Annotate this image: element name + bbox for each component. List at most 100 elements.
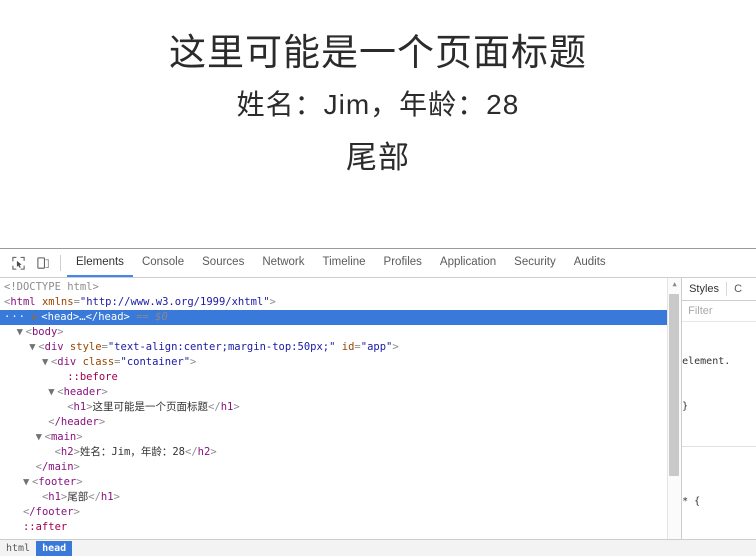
tab-application[interactable]: Application <box>431 249 505 277</box>
tab-styles[interactable]: Styles <box>682 279 726 300</box>
app-div-id-attr: id <box>341 341 355 353</box>
tab-computed[interactable]: C <box>727 279 749 300</box>
css-rules-list: element. } * { -webk -moz- box-s } head … <box>682 322 756 556</box>
devtools-toolbar: Elements Console Sources Network Timelin… <box>0 249 756 278</box>
collapse-triangle-icon-app[interactable]: ▼ <box>29 340 38 355</box>
device-toolbar-icon[interactable] <box>32 252 54 274</box>
css-rule-element-close: } <box>682 399 756 414</box>
footer-h1-text-node: 尾部 <box>67 491 89 503</box>
devtools-tabs: Elements Console Sources Network Timelin… <box>67 249 615 277</box>
head-close-tag: /head <box>91 311 124 323</box>
devtools-body: <!DOCTYPE html> <html xmlns="http://www.… <box>0 278 756 556</box>
h2-tag-name: h2 <box>60 446 74 458</box>
styles-filter-input[interactable]: Filter <box>682 301 756 322</box>
dom-row-footer[interactable]: ▼ <footer> <box>0 475 681 490</box>
footer-h1-tag-name: h1 <box>48 491 61 503</box>
app-div-id-value: "app" <box>360 341 393 353</box>
css-rule-divider-1 <box>682 446 756 447</box>
dom-row-h2[interactable]: <h2>姓名：Jim，年龄：28</h2> <box>0 445 681 460</box>
devtools-panel: Elements Console Sources Network Timelin… <box>0 248 756 556</box>
dom-row-footer-h1[interactable]: <h1>尾部</h1> <box>0 490 681 505</box>
head-tag-name: head <box>47 311 73 323</box>
collapse-triangle-icon-main[interactable]: ▼ <box>36 430 45 445</box>
h1-close-tag-name: h1 <box>220 401 234 413</box>
container-div-tag-name: div <box>57 356 77 368</box>
dom-row-body[interactable]: ▼ <body> <box>0 325 681 340</box>
selected-node-marker: == $0 <box>136 311 168 323</box>
page-footer-text: 尾部 <box>346 140 410 176</box>
dom-row-footer-close[interactable]: </footer> <box>0 505 681 520</box>
html-attr-name: xmlns <box>41 296 74 308</box>
tab-security[interactable]: Security <box>505 249 565 277</box>
toolbar-divider <box>60 255 61 271</box>
tab-network[interactable]: Network <box>253 249 313 277</box>
dom-row-head-selected[interactable]: ··· ▶ <head>…</head> == $0 <box>0 310 682 325</box>
element-style-selector: element. <box>682 356 731 367</box>
devtools-tool-icons <box>0 249 67 277</box>
element-style-close-brace: } <box>682 401 689 412</box>
dom-row-h1[interactable]: <h1>这里可能是一个页面标题</h1> <box>0 400 681 415</box>
collapse-triangle-icon-header[interactable]: ▼ <box>48 385 57 400</box>
scroll-up-arrow-icon[interactable]: ▲ <box>668 278 681 291</box>
tab-profiles[interactable]: Profiles <box>375 249 431 277</box>
footer-close-tag-name: /footer <box>29 506 74 518</box>
dom-row-before-pseudo[interactable]: ::before <box>0 370 681 385</box>
page-header-title: 这里可能是一个页面标题 <box>169 32 587 73</box>
collapse-triangle-icon-container[interactable]: ▼ <box>42 355 51 370</box>
expand-triangle-icon[interactable]: ▶ <box>32 310 41 325</box>
app-div-style-attr: style <box>69 341 102 353</box>
app-div-tag-name: div <box>44 341 64 353</box>
dom-row-options-dots[interactable]: ··· <box>4 311 26 323</box>
dom-row-html[interactable]: <html xmlns="http://www.w3.org/1999/xhtm… <box>0 295 681 310</box>
styles-sidebar-tabs: Styles C <box>682 278 756 301</box>
scrollbar-thumb[interactable] <box>669 294 680 476</box>
dom-row-container-div[interactable]: ▼ <div class="container"> <box>0 355 681 370</box>
page-viewport: 这里可能是一个页面标题 姓名：Jim，年龄：28 尾部 <box>0 0 756 248</box>
container-class-value: "container" <box>120 356 191 368</box>
h1-tag-name: h1 <box>73 401 87 413</box>
collapse-triangle-icon-body[interactable]: ▼ <box>17 325 26 340</box>
tab-audits[interactable]: Audits <box>565 249 615 277</box>
dom-row-main[interactable]: ▼ <main> <box>0 430 681 445</box>
styles-sidebar-pane: Styles C Filter element. } * { -webk -mo… <box>681 278 756 556</box>
dom-row-after-pseudo[interactable]: ::after <box>0 520 681 535</box>
dom-tree-pane[interactable]: <!DOCTYPE html> <html xmlns="http://www.… <box>0 278 682 556</box>
footer-h1-close-tag-name: h1 <box>100 491 114 503</box>
doctype-text: <!DOCTYPE html> <box>4 281 99 293</box>
tab-timeline[interactable]: Timeline <box>314 249 375 277</box>
app-container: 这里可能是一个页面标题 姓名：Jim，年龄：28 尾部 <box>0 28 756 185</box>
body-tag-name: body <box>31 326 58 338</box>
page-main-text: 姓名：Jim，年龄：28 <box>236 88 520 120</box>
dom-row-header-close[interactable]: </header> <box>0 415 681 430</box>
after-pseudo-text: ::after <box>22 521 68 533</box>
html-tag-name: html <box>10 296 36 308</box>
app-div-style-value: "text-align:center;margin-top:50px;" <box>107 341 336 353</box>
css-rule-universal-selector[interactable]: * { <box>682 494 756 509</box>
dom-row-app-div[interactable]: ▼ <div style="text-align:center;margin-to… <box>0 340 681 355</box>
before-pseudo-text: ::before <box>67 371 118 383</box>
tab-elements[interactable]: Elements <box>67 249 133 277</box>
tab-console[interactable]: Console <box>133 249 193 277</box>
dom-tree-scrollbar[interactable]: ▲ ▼ <box>667 278 682 556</box>
footer-tag-name: footer <box>38 476 77 488</box>
h1-text-node: 这里可能是一个页面标题 <box>92 401 209 413</box>
inspect-element-icon[interactable] <box>7 252 29 274</box>
container-class-attr: class <box>82 356 115 368</box>
dom-row-header[interactable]: ▼ <header> <box>0 385 681 400</box>
collapse-triangle-icon-footer[interactable]: ▼ <box>23 475 32 490</box>
devtools-window: 这里可能是一个页面标题 姓名：Jim，年龄：28 尾部 Elements Con… <box>0 0 756 556</box>
dom-row-main-close[interactable]: </main> <box>0 460 681 475</box>
header-close-tag-name: /header <box>54 416 99 428</box>
main-tag-name: main <box>50 431 77 443</box>
breadcrumb-head[interactable]: head <box>36 540 73 556</box>
h2-close-tag-name: h2 <box>197 446 211 458</box>
dom-tree-rows: <!DOCTYPE html> <html xmlns="http://www.… <box>0 278 682 535</box>
h2-text-node: 姓名：Jim，年龄：28 <box>79 446 185 458</box>
dom-row-doctype[interactable]: <!DOCTYPE html> <box>0 280 681 295</box>
breadcrumb-html[interactable]: html <box>0 541 36 556</box>
header-tag-name: header <box>63 386 102 398</box>
tab-sources[interactable]: Sources <box>193 249 253 277</box>
css-rule-element-style[interactable]: element. <box>682 354 756 369</box>
main-close-tag-name: /main <box>41 461 74 473</box>
universal-selector-text: * { <box>682 496 701 507</box>
